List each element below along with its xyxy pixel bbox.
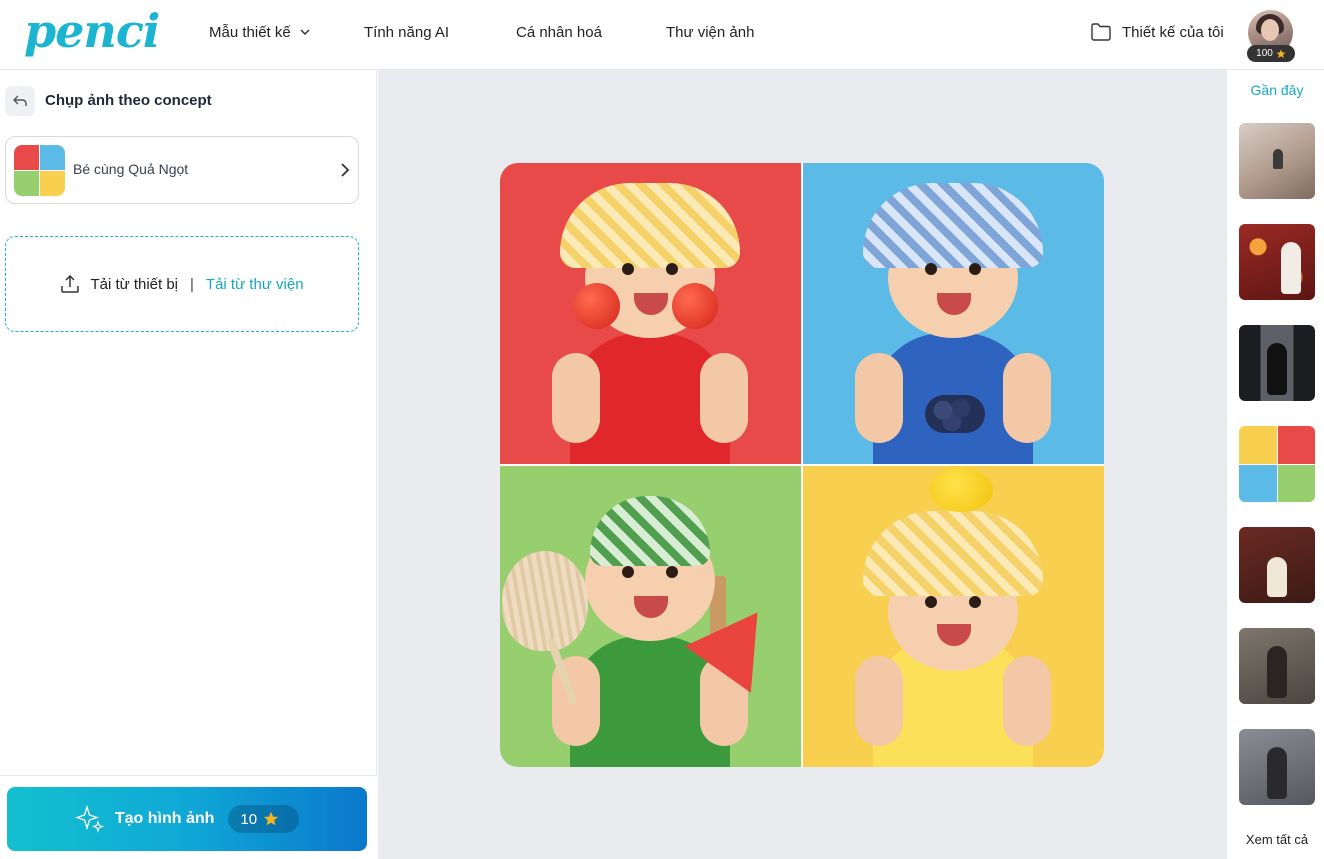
recent-thumbnail[interactable] xyxy=(1239,123,1315,199)
tomato xyxy=(672,283,718,329)
upload-separator: | xyxy=(190,275,194,293)
chevron-down-icon xyxy=(300,29,310,36)
nav-item-label: Tính năng AI xyxy=(364,23,450,41)
preview-quadrant-red xyxy=(500,163,801,464)
credit-badge: 100 xyxy=(1247,45,1295,62)
left-panel: Chụp ảnh theo concept Bé cùng Quả Ngọt T… xyxy=(0,70,377,859)
generate-image-button[interactable]: Tạo hình ảnh 10 xyxy=(7,787,367,851)
recent-thumbnail[interactable] xyxy=(1239,628,1315,704)
preview-quadrant-yellow xyxy=(803,466,1104,767)
tomato xyxy=(574,283,620,329)
recent-thumbnail[interactable] xyxy=(1239,527,1315,603)
preview-collage[interactable] xyxy=(500,163,1104,767)
back-button[interactable] xyxy=(5,86,35,116)
logo[interactable]: penci xyxy=(24,4,160,58)
sparkle-icon xyxy=(74,804,104,833)
concept-thumbnail xyxy=(14,145,65,196)
credit-count: 100 xyxy=(1256,48,1273,59)
upload-device-button[interactable]: Tải từ thiết bị xyxy=(60,274,178,294)
generate-cost: 10 xyxy=(240,810,258,828)
chevron-right-icon xyxy=(341,163,350,177)
my-designs-button[interactable]: Thiết kế của tôi xyxy=(1090,0,1224,64)
hand-fan xyxy=(502,551,588,651)
upload-device-label: Tải từ thiết bị xyxy=(90,275,179,293)
recent-thumbnail[interactable] xyxy=(1239,729,1315,805)
generate-label: Tạo hình ảnh xyxy=(114,810,215,827)
nav-item-photo-library[interactable]: Thư viện ảnh xyxy=(666,0,754,64)
nav-item-label: Mẫu thiết kế xyxy=(209,23,291,41)
nav-item-templates[interactable]: Mẫu thiết kế xyxy=(209,0,311,64)
preview-quadrant-green xyxy=(500,466,801,767)
nav-item-personalize[interactable]: Cá nhân hoá xyxy=(516,0,602,64)
recent-label: Gần đây xyxy=(1250,82,1304,98)
folder-icon xyxy=(1091,23,1111,41)
blueberries xyxy=(925,395,985,433)
recent-thumbnail[interactable] xyxy=(1239,426,1315,502)
recent-thumbnail[interactable] xyxy=(1239,224,1315,300)
concept-selector[interactable]: Bé cùng Quả Ngọt xyxy=(5,136,359,204)
star-icon xyxy=(1276,49,1286,58)
left-footer: Tạo hình ảnh 10 xyxy=(0,775,377,859)
canvas-area xyxy=(378,70,1227,859)
concept-name: Bé cùng Quả Ngọt xyxy=(73,161,189,177)
top-header: penci Mẫu thiết kế Tính năng AI Cá nhân … xyxy=(0,0,1324,70)
nav-item-ai-features[interactable]: Tính năng AI xyxy=(364,0,449,64)
upload-dropzone[interactable]: Tải từ thiết bị | Tải từ thư viện xyxy=(5,236,359,332)
my-designs-label: Thiết kế của tôi xyxy=(1122,23,1224,41)
star-icon xyxy=(263,811,279,826)
upload-library-link[interactable]: Tải từ thư viện xyxy=(206,276,304,293)
nav-item-label: Thư viện ảnh xyxy=(666,23,755,41)
panel-title: Chụp ảnh theo concept xyxy=(45,92,212,109)
back-icon xyxy=(13,95,27,106)
upload-icon xyxy=(61,274,80,293)
generate-cost-badge: 10 xyxy=(228,805,300,833)
lemon xyxy=(929,468,993,512)
see-all-link[interactable]: Xem tất cả xyxy=(1227,832,1324,847)
recent-panel: Gần đây Xem tất cả xyxy=(1227,70,1324,859)
nav-item-label: Cá nhân hoá xyxy=(516,23,602,41)
preview-quadrant-blue xyxy=(803,163,1104,464)
recent-thumbnail[interactable] xyxy=(1239,325,1315,401)
